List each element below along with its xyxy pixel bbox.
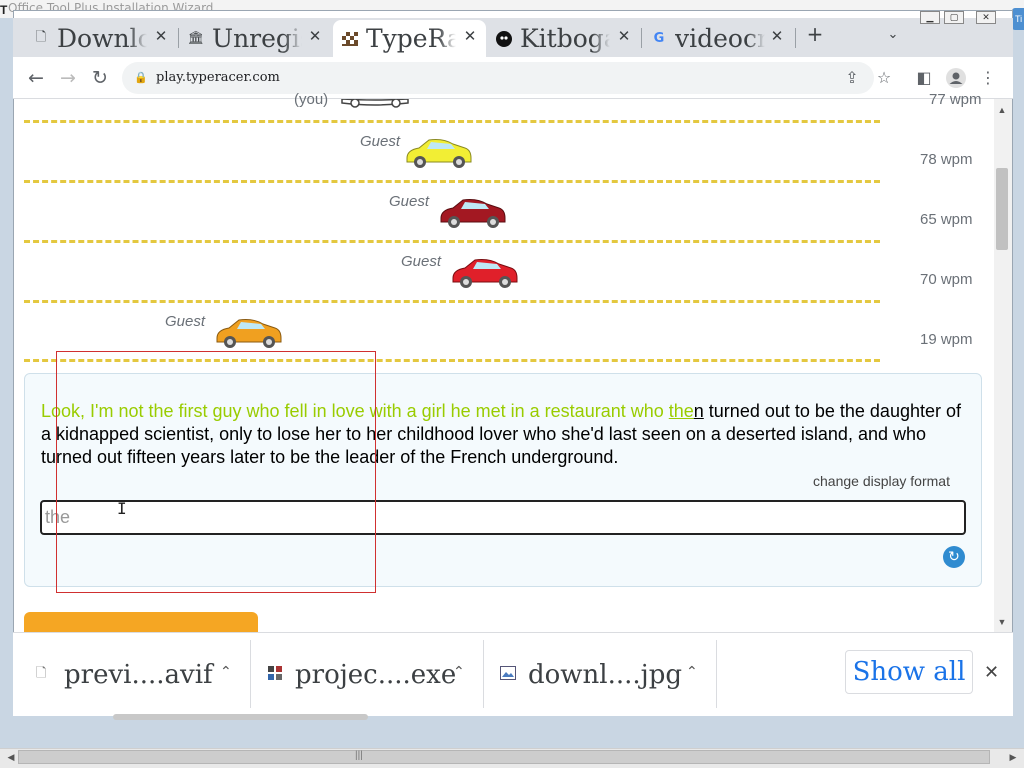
forward-arrow-icon[interactable]: → xyxy=(56,66,80,90)
lock-icon[interactable]: 🔒 xyxy=(134,70,148,86)
download-separator xyxy=(483,640,484,708)
exe-icon xyxy=(267,665,283,685)
lane-divider xyxy=(24,240,880,243)
tab-label: videocrypt xyxy=(675,24,765,53)
close-tab-downloads-icon[interactable]: ✕ xyxy=(152,27,170,45)
close-tab-unregistered-icon[interactable]: ✕ xyxy=(306,27,324,45)
file-icon: 🗋 xyxy=(35,29,47,45)
refresh-race-icon[interactable]: ↻ xyxy=(943,546,965,568)
tab-separator xyxy=(795,28,796,48)
reload-icon[interactable]: ↻ xyxy=(88,66,112,90)
scrollbar-grip-icon: ||| xyxy=(355,750,363,761)
racer-name: Guest xyxy=(401,253,442,270)
bookmark-star-icon[interactable]: ☆ xyxy=(872,66,896,90)
tab-label: Downloads xyxy=(57,24,147,53)
share-icon[interactable]: ⇪ xyxy=(840,66,864,90)
current-word-typed: the xyxy=(668,401,694,421)
main-menu-button[interactable] xyxy=(24,612,258,634)
lane-divider xyxy=(24,300,880,303)
you-label: (you) xyxy=(294,91,329,108)
racer-name: Guest xyxy=(389,193,430,210)
file-icon: 🗋 xyxy=(36,666,47,681)
tab-separator xyxy=(178,28,179,48)
new-tab-plus-icon[interactable]: + xyxy=(806,24,824,44)
download-options-chevron-up-icon[interactable]: ⌃ xyxy=(453,664,465,680)
tab-label: Unregistered xyxy=(212,24,302,53)
download-separator xyxy=(716,640,717,708)
close-tab-videocrypt-icon[interactable]: ✕ xyxy=(768,27,786,45)
racer-name: Guest xyxy=(165,313,206,330)
tab-kitboga[interactable]: Kitboga xyxy=(496,22,610,55)
lane-divider xyxy=(24,120,880,123)
download-item[interactable]: projec....exe xyxy=(267,655,456,695)
image-icon xyxy=(500,666,516,684)
close-downloads-bar-icon[interactable]: ✕ xyxy=(984,662,999,683)
lane-divider xyxy=(24,180,880,183)
download-item[interactable]: 🗋 previ....avif xyxy=(36,655,213,695)
tab-typeracer[interactable]: TypeRacer xyxy=(342,22,456,55)
racer-wpm: 19 wpm xyxy=(920,331,973,348)
typeracer-flag-icon xyxy=(342,31,358,47)
download-filename: previ....avif xyxy=(64,660,213,690)
racer-wpm: 78 wpm xyxy=(920,151,973,168)
screen-capture-selection-rect xyxy=(56,351,376,593)
ibeam-cursor-icon: I xyxy=(117,499,127,518)
side-popup-tab[interactable]: Ti xyxy=(1012,8,1024,30)
museum-icon: 🏛 xyxy=(188,31,205,46)
download-filename: projec....exe xyxy=(295,660,457,690)
your-car xyxy=(341,99,409,108)
racer-car-orange xyxy=(216,319,282,348)
downloads-scrollbar-thumb[interactable] xyxy=(113,714,368,720)
change-display-format-link[interactable]: change display format xyxy=(813,473,950,489)
menu-kebab-icon[interactable]: ⋮ xyxy=(976,66,1000,90)
outer-scrollbar-thumb[interactable] xyxy=(18,750,990,764)
racer-wpm: 70 wpm xyxy=(920,271,973,288)
download-options-chevron-up-icon[interactable]: ⌃ xyxy=(686,664,698,680)
kitboga-icon xyxy=(496,30,512,47)
side-panel-icon[interactable]: ◧ xyxy=(912,66,936,90)
close-window-button[interactable]: ✕ xyxy=(976,11,996,24)
system-menu-icon[interactable]: T xyxy=(0,3,12,17)
tab-unregistered[interactable]: 🏛 Unregistered xyxy=(188,22,302,55)
your-wpm: 77 wpm xyxy=(929,91,982,108)
scroll-down-arrow-icon[interactable]: ▼ xyxy=(993,617,1011,627)
racer-name: Guest xyxy=(360,133,401,150)
tab-downloads[interactable]: 🗋 Downloads xyxy=(33,22,147,55)
racer-car-maroon xyxy=(440,199,506,228)
back-arrow-icon[interactable]: ← xyxy=(24,66,48,90)
racer-car-yellow xyxy=(406,139,472,168)
show-all-downloads-button[interactable]: Show all xyxy=(845,650,973,694)
racer-wpm: 65 wpm xyxy=(920,211,973,228)
close-tab-typeracer-icon[interactable]: ✕ xyxy=(461,27,479,45)
tab-search-chevron-down-icon[interactable]: ⌄ xyxy=(884,26,902,44)
tab-videocrypt[interactable]: G videocrypt xyxy=(651,22,765,55)
scroll-up-arrow-icon[interactable]: ▲ xyxy=(993,105,1011,115)
profile-avatar-icon[interactable] xyxy=(944,66,968,90)
download-options-chevron-up-icon[interactable]: ⌃ xyxy=(220,664,232,680)
download-separator xyxy=(250,640,251,708)
tab-label: TypeRacer xyxy=(366,24,456,53)
google-icon: G xyxy=(653,31,665,46)
racer-car-red xyxy=(452,259,518,288)
download-item[interactable]: downl....jpg xyxy=(500,655,682,695)
page-scrollbar-thumb[interactable] xyxy=(996,168,1008,250)
url-text[interactable]: play.typeracer.com xyxy=(156,70,280,85)
scroll-right-arrow-icon[interactable]: ▶ xyxy=(1004,752,1022,763)
download-filename: downl....jpg xyxy=(528,660,683,690)
close-tab-kitboga-icon[interactable]: ✕ xyxy=(615,27,633,45)
current-word-rest: n xyxy=(693,401,704,421)
maximize-button[interactable]: ▢ xyxy=(944,11,964,24)
tab-label: Kitboga xyxy=(520,24,610,53)
tab-separator xyxy=(641,28,642,48)
minimize-button[interactable]: ▁ xyxy=(920,11,940,24)
